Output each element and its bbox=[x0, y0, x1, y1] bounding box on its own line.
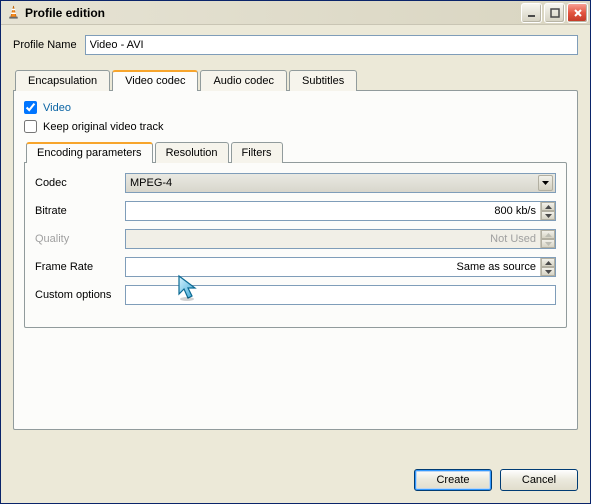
main-tabs: Encapsulation Video codec Audio codec Su… bbox=[13, 69, 578, 90]
quality-spin-buttons bbox=[540, 230, 555, 248]
quality-spinner: Not Used bbox=[125, 229, 556, 249]
minimize-button[interactable] bbox=[521, 3, 542, 23]
bitrate-spin-up[interactable] bbox=[541, 202, 555, 211]
create-button[interactable]: Create bbox=[414, 469, 492, 491]
framerate-spinner[interactable]: Same as source bbox=[125, 257, 556, 277]
video-codec-panel: Video Keep original video track Encoding… bbox=[13, 90, 578, 430]
quality-spin-down bbox=[541, 239, 555, 248]
video-checkbox-label: Video bbox=[43, 102, 71, 114]
encoding-parameters-panel: Codec MPEG-4 Bitrate 800 kb/s bbox=[24, 162, 567, 328]
custom-options-label: Custom options bbox=[35, 289, 125, 301]
window-buttons bbox=[521, 3, 588, 23]
tab-subtitles[interactable]: Subtitles bbox=[289, 70, 357, 91]
dialog-footer: Create Cancel bbox=[1, 459, 590, 503]
window-title: Profile edition bbox=[25, 6, 521, 20]
codec-dropdown-button[interactable] bbox=[538, 175, 553, 191]
custom-options-row: Custom options bbox=[35, 285, 556, 305]
bitrate-spin-down[interactable] bbox=[541, 211, 555, 220]
framerate-label: Frame Rate bbox=[35, 261, 125, 273]
content-area: Profile Name Encapsulation Video codec A… bbox=[1, 25, 590, 459]
framerate-row: Frame Rate Same as source bbox=[35, 257, 556, 277]
bitrate-spinner[interactable]: 800 kb/s bbox=[125, 201, 556, 221]
profile-name-input[interactable] bbox=[85, 35, 578, 55]
tab-video-codec[interactable]: Video codec bbox=[112, 70, 198, 91]
bitrate-value: 800 kb/s bbox=[130, 205, 540, 217]
framerate-spin-down[interactable] bbox=[541, 267, 555, 276]
bitrate-label: Bitrate bbox=[35, 205, 125, 217]
framerate-value: Same as source bbox=[130, 261, 540, 273]
video-checkbox-row: Video bbox=[24, 101, 567, 114]
tab-audio-codec[interactable]: Audio codec bbox=[200, 70, 287, 91]
bitrate-row: Bitrate 800 kb/s bbox=[35, 201, 556, 221]
keep-original-label: Keep original video track bbox=[43, 121, 163, 133]
maximize-button[interactable] bbox=[544, 3, 565, 23]
chevron-down-icon bbox=[542, 181, 549, 185]
video-checkbox[interactable] bbox=[24, 101, 37, 114]
codec-label: Codec bbox=[35, 177, 125, 189]
custom-options-input[interactable] bbox=[125, 285, 556, 305]
quality-label: Quality bbox=[35, 233, 125, 245]
profile-name-row: Profile Name bbox=[13, 35, 578, 55]
keep-original-row: Keep original video track bbox=[24, 120, 567, 133]
cancel-button[interactable]: Cancel bbox=[500, 469, 578, 491]
framerate-spin-up[interactable] bbox=[541, 258, 555, 267]
titlebar: Profile edition bbox=[1, 1, 590, 25]
bitrate-spin-buttons bbox=[540, 202, 555, 220]
quality-spin-up bbox=[541, 230, 555, 239]
subtab-encoding-parameters[interactable]: Encoding parameters bbox=[26, 142, 153, 163]
profile-name-label: Profile Name bbox=[13, 39, 77, 51]
tab-encapsulation[interactable]: Encapsulation bbox=[15, 70, 110, 91]
quality-row: Quality Not Used bbox=[35, 229, 556, 249]
framerate-spin-buttons bbox=[540, 258, 555, 276]
codec-value: MPEG-4 bbox=[130, 177, 172, 189]
keep-original-checkbox[interactable] bbox=[24, 120, 37, 133]
codec-combo[interactable]: MPEG-4 bbox=[125, 173, 556, 193]
close-button[interactable] bbox=[567, 3, 588, 23]
codec-row: Codec MPEG-4 bbox=[35, 173, 556, 193]
quality-value: Not Used bbox=[130, 233, 540, 245]
vlc-icon bbox=[5, 5, 21, 21]
profile-edition-window: Profile edition Profile Name Encapsulati… bbox=[0, 0, 591, 504]
subtab-resolution[interactable]: Resolution bbox=[155, 142, 229, 163]
sub-tabs: Encoding parameters Resolution Filters bbox=[24, 141, 567, 162]
subtab-filters[interactable]: Filters bbox=[231, 142, 283, 163]
